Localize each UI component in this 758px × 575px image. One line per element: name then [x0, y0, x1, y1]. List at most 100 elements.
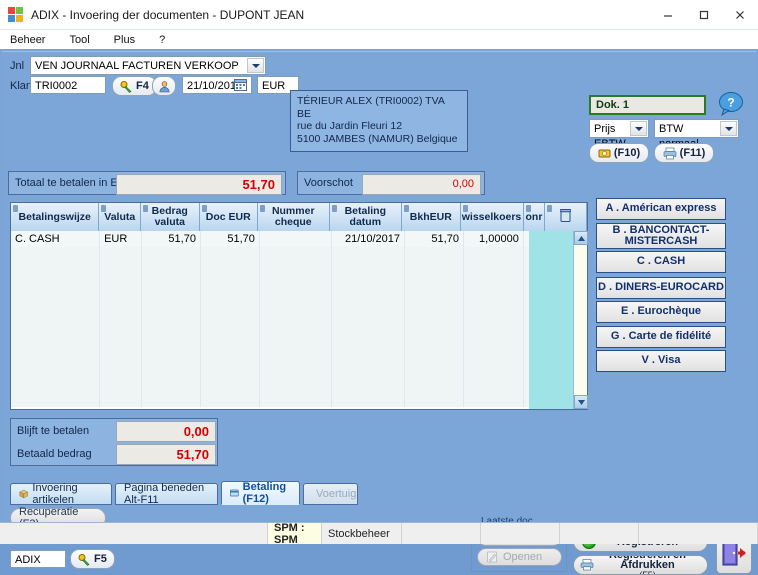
cell-empty[interactable] [11, 247, 101, 263]
cell-empty[interactable] [259, 375, 332, 391]
cell-empty[interactable] [331, 327, 406, 343]
cell-empty[interactable] [259, 359, 332, 375]
help-icon[interactable]: ? [718, 92, 744, 119]
document-number-field[interactable]: Dok. 1 [589, 95, 706, 115]
tab-betaling[interactable]: Betaling (F12) [221, 481, 300, 505]
cell-empty[interactable] [463, 391, 524, 407]
cell-empty[interactable] [259, 263, 332, 279]
cell-empty[interactable] [100, 359, 143, 375]
cell-empty[interactable] [200, 279, 260, 295]
cell-empty[interactable] [405, 391, 464, 407]
f10-button[interactable]: (F10) [589, 143, 649, 163]
cell-empty[interactable] [100, 327, 143, 343]
cell-empty[interactable] [142, 295, 201, 311]
cell-empty[interactable] [405, 359, 464, 375]
payment-method-button-4[interactable]: E . Eurochèque [596, 301, 726, 323]
cell-empty[interactable] [463, 279, 524, 295]
cell-empty[interactable] [463, 311, 524, 327]
cell-empty[interactable] [405, 343, 464, 359]
cell-empty[interactable] [331, 247, 406, 263]
cell-empty[interactable] [331, 295, 406, 311]
cell-empty[interactable] [405, 375, 464, 391]
cell-empty[interactable] [259, 247, 332, 263]
cell-empty[interactable] [405, 311, 464, 327]
cell-empty[interactable] [200, 263, 260, 279]
grid-column-header-bedrag-valuta[interactable]: Bedrag valuta [141, 203, 200, 231]
menu-item-help[interactable]: ? [159, 34, 165, 46]
table-row-empty[interactable] [11, 295, 588, 311]
grid-column-header-doc-eur[interactable]: Doc EUR [200, 203, 258, 231]
table-row[interactable]: C. CASH EUR 51,70 51,70 21/10/2017 51,70 1,000… [11, 231, 588, 247]
cell-empty[interactable] [200, 391, 260, 407]
cell-empty[interactable] [405, 327, 464, 343]
minimize-button[interactable] [650, 0, 686, 30]
cell-empty[interactable] [11, 311, 101, 327]
cell-empty[interactable] [200, 295, 260, 311]
registreren-en-afdrukken-button[interactable]: Registreren en Afdrukken (F5) [573, 555, 708, 575]
trash-icon[interactable] [559, 209, 572, 225]
cell-empty[interactable] [200, 247, 260, 263]
cell-empty[interactable] [405, 247, 464, 263]
cell-empty[interactable] [259, 279, 332, 295]
payment-method-button-1[interactable]: B . BANCONTACT-MISTERCASH [596, 223, 726, 249]
cell-empty[interactable] [11, 343, 101, 359]
cell-empty[interactable] [142, 375, 201, 391]
cell-nummer-cheque[interactable] [259, 231, 332, 247]
openen-button[interactable]: Openen [477, 548, 562, 566]
cell-empty[interactable] [463, 327, 524, 343]
grid-column-header-onr[interactable]: onr [524, 203, 546, 231]
cell-empty[interactable] [331, 343, 406, 359]
cell-empty[interactable] [405, 263, 464, 279]
cell-empty[interactable] [142, 359, 201, 375]
cell-empty[interactable] [259, 343, 332, 359]
klant-f4-button[interactable]: F4 [112, 76, 157, 96]
table-row-empty[interactable] [11, 391, 588, 407]
cell-empty[interactable] [463, 359, 524, 375]
cell-empty[interactable] [259, 327, 332, 343]
cell-wisselkoers[interactable]: 1,00000 [463, 231, 524, 247]
cell-bkheur[interactable]: 51,70 [405, 231, 464, 247]
menu-item-beheer[interactable]: Beheer [10, 34, 45, 46]
cell-empty[interactable] [11, 375, 101, 391]
table-row-empty[interactable] [11, 279, 588, 295]
cell-empty[interactable] [463, 263, 524, 279]
cell-empty[interactable] [142, 327, 201, 343]
f11-button[interactable]: (F11) [654, 143, 714, 163]
table-row-empty[interactable] [11, 375, 588, 391]
klant-input[interactable]: TRI0002 [30, 76, 106, 94]
table-row-empty[interactable] [11, 263, 588, 279]
cell-empty[interactable] [259, 391, 332, 407]
grid-column-header-nummer-cheque[interactable]: Nummer cheque [258, 203, 330, 231]
cell-empty[interactable] [11, 359, 101, 375]
klant-person-button[interactable] [152, 76, 176, 96]
grid-column-header-valuta[interactable]: Valuta [99, 203, 142, 231]
cell-empty[interactable] [463, 247, 524, 263]
cell-empty[interactable] [200, 311, 260, 327]
cell-empty[interactable] [200, 359, 260, 375]
maximize-button[interactable] [686, 0, 722, 30]
chevron-down-icon[interactable] [247, 58, 264, 73]
cell-empty[interactable] [331, 375, 406, 391]
payments-grid[interactable]: Betalingswijze Valuta Bedrag valuta Doc EUR… [10, 202, 588, 410]
cell-empty[interactable] [100, 247, 143, 263]
cell-empty[interactable] [259, 311, 332, 327]
tab-pagina-beneden[interactable]: Pagina beneden Alt-F11 [115, 482, 218, 506]
tab-voertuig[interactable]: Voertuig [303, 483, 358, 505]
menu-item-tool[interactable]: Tool [69, 34, 89, 46]
cell-empty[interactable] [200, 375, 260, 391]
cell-empty[interactable] [142, 263, 201, 279]
grid-column-header-betalingswijze[interactable]: Betalingswijze [11, 203, 100, 231]
cell-empty[interactable] [463, 375, 524, 391]
grid-column-header-wisselkoers[interactable]: wisselkoers [461, 203, 524, 231]
table-row-empty[interactable] [11, 359, 588, 375]
cell-empty[interactable] [100, 279, 143, 295]
cell-doc-eur[interactable]: 51,70 [200, 231, 260, 247]
cell-betaling-datum[interactable]: 21/10/2017 [331, 231, 406, 247]
scroll-down-button[interactable] [574, 395, 588, 409]
cell-empty[interactable] [100, 391, 143, 407]
cell-empty[interactable] [200, 327, 260, 343]
cell-empty[interactable] [11, 391, 101, 407]
cell-empty[interactable] [331, 311, 406, 327]
vat-mode-combo[interactable]: BTW normaal [654, 119, 739, 150]
cell-empty[interactable] [142, 279, 201, 295]
